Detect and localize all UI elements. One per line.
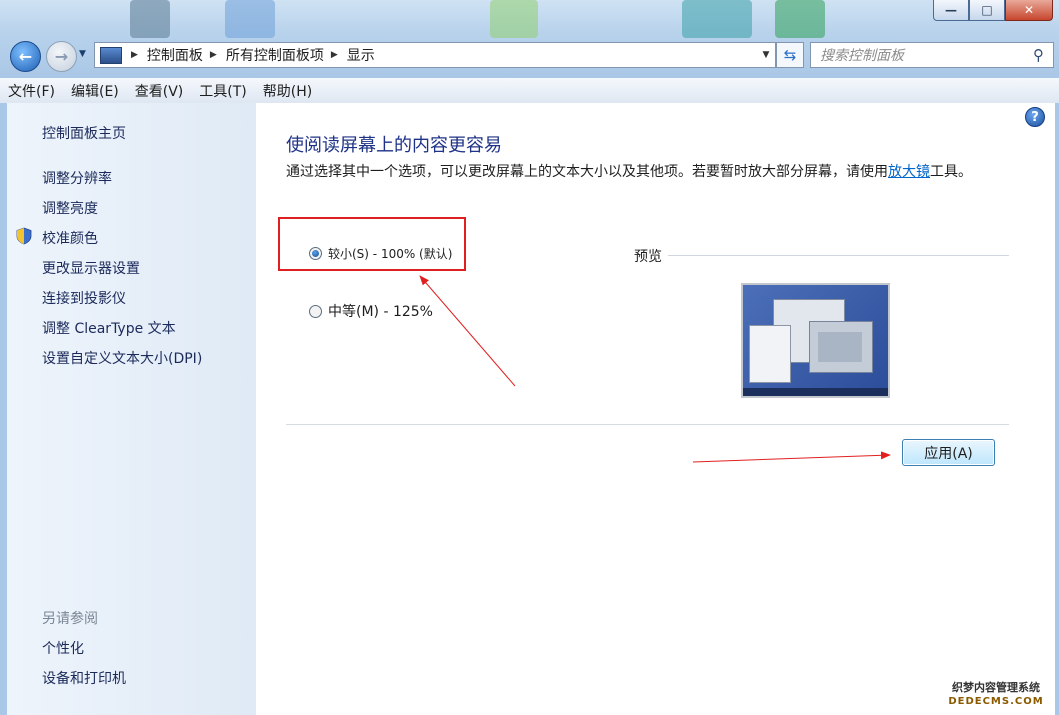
- recent-pages-dropdown-icon[interactable]: ▼: [79, 49, 86, 59]
- window-controls: — □ ✕: [933, 0, 1053, 21]
- sidebar: 控制面板主页 调整分辨率 调整亮度 校准颜色 更改显示器设置 连接到投影仪 调整…: [7, 103, 256, 715]
- search-placeholder[interactable]: 搜索控制面板: [811, 45, 1033, 65]
- sidebar-item-custom-dpi[interactable]: 设置自定义文本大小(DPI): [42, 348, 202, 368]
- description-text-end: 工具。: [930, 164, 972, 180]
- menubar: 文件(F) 编辑(E) 查看(V) 工具(T) 帮助(H): [0, 78, 1059, 104]
- option-medium[interactable]: 中等(M) - 125%: [309, 301, 433, 321]
- forward-arrow-icon[interactable]: →: [46, 41, 77, 72]
- apply-button[interactable]: 应用(A): [902, 439, 995, 466]
- divider: [286, 424, 1009, 425]
- background-window-thumb: [490, 0, 538, 38]
- search-icon[interactable]: ⚲: [1033, 46, 1053, 64]
- watermark: 织梦内容管理系统 DEDECMS.COM: [941, 681, 1051, 711]
- watermark-line1: 织梦内容管理系统: [952, 681, 1040, 694]
- menu-tools[interactable]: 工具(T): [191, 81, 254, 101]
- close-icon[interactable]: ✕: [1005, 0, 1053, 21]
- preview-window: [809, 321, 873, 373]
- window-frame-left: [0, 103, 7, 715]
- uac-shield-icon: [16, 227, 32, 245]
- address-dropdown-icon[interactable]: ▼: [757, 50, 775, 60]
- sidebar-item-projector[interactable]: 连接到投影仪: [42, 288, 126, 308]
- preview-image: [741, 283, 890, 398]
- watermark-line2: DEDECMS.COM: [948, 696, 1044, 707]
- annotation-highlight-box: [278, 217, 466, 271]
- description: 通过选择其中一个选项，可以更改屏幕上的文本大小以及其他项。若要暂时放大部分屏幕，…: [286, 162, 1002, 182]
- page-title: 使阅读屏幕上的内容更容易: [286, 135, 502, 156]
- main-content: ? 使阅读屏幕上的内容更容易 通过选择其中一个选项，可以更改屏幕上的文本大小以及…: [256, 103, 1055, 715]
- menu-help[interactable]: 帮助(H): [255, 81, 320, 101]
- radio-medium[interactable]: [309, 304, 322, 318]
- chevron-right-icon[interactable]: ▶: [210, 50, 217, 60]
- chevron-right-icon[interactable]: ▶: [131, 50, 138, 60]
- background-window-thumb: [225, 0, 275, 38]
- help-icon[interactable]: ?: [1025, 107, 1045, 127]
- menu-view[interactable]: 查看(V): [127, 81, 192, 101]
- sidebar-item-calibrate-color[interactable]: 校准颜色: [42, 228, 98, 248]
- back-arrow-icon[interactable]: ←: [10, 41, 41, 72]
- chevron-right-icon[interactable]: ▶: [331, 50, 338, 60]
- menu-file[interactable]: 文件(F): [0, 81, 63, 101]
- magnifier-link[interactable]: 放大镜: [888, 164, 930, 180]
- breadcrumb-all-items[interactable]: 所有控制面板项: [226, 45, 324, 65]
- sidebar-item-cleartype[interactable]: 调整 ClearType 文本: [42, 318, 176, 338]
- background-window-thumb: [775, 0, 825, 38]
- maximize-icon[interactable]: □: [969, 0, 1005, 21]
- description-text: 通过选择其中一个选项，可以更改屏幕上的文本大小以及其他项。若要暂时放大部分屏幕，…: [286, 164, 888, 180]
- breadcrumb-display[interactable]: 显示: [347, 45, 375, 65]
- window-frame-right: [1055, 103, 1059, 715]
- option-medium-label: 中等(M) - 125%: [328, 304, 433, 320]
- sidebar-item-home[interactable]: 控制面板主页: [42, 123, 126, 143]
- sidebar-item-brightness[interactable]: 调整亮度: [42, 198, 98, 218]
- radio-smaller[interactable]: [309, 247, 322, 260]
- minimize-icon[interactable]: —: [933, 0, 969, 21]
- background-window-thumb: [682, 0, 752, 38]
- option-smaller-label: 较小(S) - 100% (默认): [328, 247, 453, 261]
- option-smaller[interactable]: 较小(S) - 100% (默认): [309, 245, 452, 262]
- control-panel-icon: [100, 46, 122, 64]
- background-window-thumb: [130, 0, 170, 38]
- breadcrumb-control-panel[interactable]: 控制面板: [147, 45, 203, 65]
- search-input[interactable]: 搜索控制面板 ⚲: [810, 42, 1054, 68]
- preview-taskbar: [743, 388, 888, 396]
- see-also-heading: 另请参阅: [42, 611, 98, 627]
- preview-divider: [668, 255, 1009, 256]
- address-bar[interactable]: ▶ 控制面板 ▶ 所有控制面板项 ▶ 显示 ▼: [94, 42, 776, 68]
- preview-label: 预览: [634, 249, 662, 265]
- menu-edit[interactable]: 编辑(E): [63, 81, 127, 101]
- sidebar-item-devices-printers[interactable]: 设备和打印机: [42, 668, 126, 688]
- sidebar-item-display-settings[interactable]: 更改显示器设置: [42, 258, 140, 278]
- sidebar-item-personalize[interactable]: 个性化: [42, 638, 84, 658]
- sidebar-item-resolution[interactable]: 调整分辨率: [42, 168, 112, 188]
- preview-window: [749, 325, 791, 383]
- refresh-icon[interactable]: ⇆: [776, 42, 804, 68]
